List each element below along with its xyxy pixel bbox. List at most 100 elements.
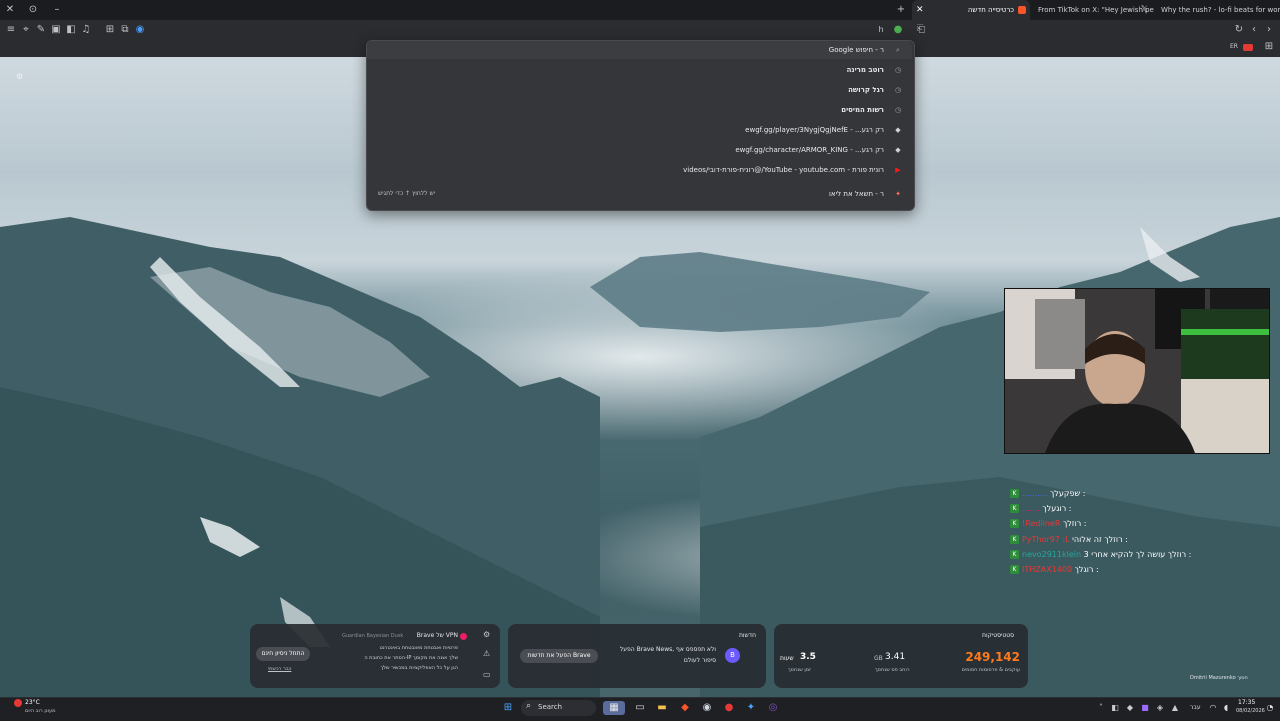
- clock-date[interactable]: 08/02/2026: [1236, 708, 1265, 714]
- time-saved-value: 3.5: [800, 652, 816, 662]
- tab-close-icon[interactable]: ✕: [916, 0, 924, 20]
- music-icon[interactable]: ♫: [79, 23, 93, 37]
- obs-icon[interactable]: ●: [722, 701, 736, 715]
- apps-grid-icon[interactable]: ⊞: [1262, 40, 1276, 54]
- tab-tiktok[interactable]: From TikTok on X: "Hey Jewish peopl... 𝕏: [1032, 0, 1154, 20]
- vpn-logo-icon: [460, 633, 467, 640]
- menu-icon[interactable]: ≡: [4, 23, 18, 37]
- chat-username: nevo2911klein: [1022, 550, 1082, 559]
- already-purchased-link[interactable]: כבר רכשתי: [268, 666, 291, 672]
- weather-desc[interactable]: מעונן רוב היום: [25, 708, 56, 714]
- language-indicator[interactable]: עבר: [1190, 704, 1201, 711]
- clock-icon: ◷: [894, 86, 902, 94]
- suggestion-site-1[interactable]: רק רגע... - ewgf.gg/player/3NygjQgjNefE …: [367, 120, 912, 140]
- vpn-brand: Guardian Bayesian Dusk: [342, 633, 404, 639]
- rewards-icon[interactable]: [1243, 44, 1253, 51]
- photo-credit: Dmitrii Mazurenko חסוך: [1190, 675, 1248, 681]
- tray-app-icon[interactable]: ▲: [1168, 701, 1182, 715]
- search-icon: ⌕: [896, 46, 900, 54]
- file-explorer-icon[interactable]: ▬: [655, 701, 669, 715]
- settings-gear-icon[interactable]: ⚙: [16, 73, 24, 81]
- discord-icon[interactable]: ◎: [766, 701, 780, 715]
- suggestion-history-1[interactable]: רוטב מרינה ◷: [367, 60, 912, 80]
- sidebar-icon[interactable]: ◧: [64, 23, 78, 37]
- clock-icon: ◷: [894, 66, 902, 74]
- windows-start-icon[interactable]: ⊞: [501, 701, 515, 715]
- vpn-feature-line: הגן על כל האפליקציות במכשיר שלך: [380, 665, 458, 671]
- chat-message: K....... רוגעלך :: [1010, 501, 1071, 516]
- taskbar-search[interactable]: ⌕ Search: [521, 700, 596, 716]
- forward-icon[interactable]: ›: [1262, 23, 1276, 37]
- suggestion-history-2[interactable]: רגל קרושה ◷: [367, 80, 912, 100]
- card-menu-icon[interactable]: ▭: [483, 670, 491, 679]
- kick-badge-icon: K: [1010, 550, 1019, 559]
- back-icon[interactable]: ‹: [1247, 23, 1261, 37]
- vpn-card: Brave של VPN Guardian Bayesian Dusk פרטי…: [250, 624, 500, 688]
- reload-icon[interactable]: ↻: [1232, 23, 1246, 37]
- tray-app-icon[interactable]: ■: [1138, 701, 1152, 715]
- clock-icon: ◷: [894, 106, 902, 114]
- brave-news-logo-icon: B: [725, 648, 740, 663]
- sidebar-toggle-icon[interactable]: ⊙: [26, 3, 40, 17]
- tray-app-icon[interactable]: ◧: [1108, 701, 1122, 715]
- extensions-icon[interactable]: ⧉: [118, 23, 132, 37]
- tray-overflow-icon[interactable]: ˄: [1094, 701, 1108, 715]
- pen-icon[interactable]: ✎: [34, 23, 48, 37]
- bandwidth-unit: GB: [874, 655, 883, 662]
- minimize-icon[interactable]: –: [50, 3, 64, 17]
- start-trial-button[interactable]: התחל ניסיון חינם: [256, 647, 310, 661]
- ewgf-favicon-icon: ◆: [895, 126, 901, 134]
- widgets-icon[interactable]: ▦: [603, 701, 625, 715]
- streamer-webcam-image: [1005, 289, 1269, 453]
- network-icon[interactable]: ◠: [1206, 701, 1220, 715]
- screenshot-icon[interactable]: ▣: [49, 23, 63, 37]
- news-promo-text: הפעל Brave News, ולא תפספס אף: [619, 646, 716, 653]
- suggestion-site-2[interactable]: רק רגע... - ewgf.gg/character/ARMOR_KING…: [367, 140, 912, 160]
- new-tab-icon[interactable]: +: [894, 3, 908, 17]
- suggestion-ask-leo[interactable]: ר - תשאל את ליאו ✦: [367, 184, 912, 204]
- vpn-settings-icon[interactable]: ⚙: [483, 630, 490, 639]
- warning-icon[interactable]: ⚠: [483, 649, 490, 658]
- chat-username: PyThor97 :L: [1022, 535, 1070, 544]
- suggestion-text: ר - חיפוש Google: [828, 46, 884, 54]
- webcam-overlay: [1004, 288, 1270, 454]
- speaker-icon[interactable]: ◉: [133, 23, 147, 37]
- suggestion-history-3[interactable]: רשות המיסים ◷: [367, 100, 912, 120]
- steam-icon[interactable]: ◉: [700, 701, 714, 715]
- tab-list-icon[interactable]: ⊞: [103, 23, 117, 37]
- brave-favicon-icon: [1018, 6, 1026, 14]
- enable-news-button[interactable]: הפעל את חדשות Brave: [520, 649, 598, 663]
- vpn-feature-line: פרטיות ואבטחת מאובטחת באינטרנט: [379, 645, 458, 651]
- vpn-status-icon[interactable]: ●: [891, 23, 905, 37]
- tray-app-icon[interactable]: ◈: [1153, 701, 1167, 715]
- bookmark-icon[interactable]: ⎗: [914, 23, 928, 37]
- kick-badge-icon: K: [1010, 565, 1019, 574]
- search-icon: ⌕: [526, 701, 532, 711]
- tab-title: From TikTok on X: "Hey Jewish peopl...: [1038, 6, 1154, 14]
- suggestion-site-3[interactable]: רונית פורת - YouTube - youtube.com/@רוני…: [367, 160, 912, 180]
- suggestion-text: רק רגע... - ewgf.gg/character/ARMOR_KING: [735, 146, 884, 154]
- brave-taskbar-icon[interactable]: ◆: [678, 701, 692, 715]
- news-promo-text: סיפור לעולם: [683, 657, 716, 664]
- leo-icon: ✦: [895, 190, 901, 198]
- suggestion-google-search[interactable]: ר - חיפוש Google ⌕: [367, 41, 912, 59]
- notification-bell-icon[interactable]: ◔: [1263, 701, 1277, 715]
- chat-message: Knevo2911klein רוזלך עושה לך להקיא אחרי …: [1010, 547, 1191, 562]
- ewgf-favicon-icon: ◆: [895, 146, 901, 154]
- tab-lofi[interactable]: Why the rush? - lo-fi beats for work...: [1156, 0, 1280, 20]
- location-icon[interactable]: ⌖: [19, 23, 33, 37]
- tab-new-tab[interactable]: ✕ כרטיסייה חדשה: [912, 0, 1030, 20]
- chat-username: .......: [1022, 504, 1040, 513]
- task-view-icon[interactable]: ▭: [633, 701, 647, 715]
- chat-text: שפקעלך :: [1049, 489, 1086, 498]
- tray-app-icon[interactable]: ◆: [1123, 701, 1137, 715]
- weather-temp[interactable]: 23°C: [25, 699, 40, 706]
- clock-time[interactable]: 17:35: [1238, 699, 1255, 706]
- volume-icon[interactable]: ◖: [1219, 701, 1233, 715]
- profile-initials[interactable]: ER: [1230, 43, 1238, 50]
- app-icon[interactable]: ✦: [744, 701, 758, 715]
- trackers-blocked-label: עוקבים & פרסומות חסומים: [961, 667, 1020, 673]
- news-card: חדשות B הפעל Brave News, ולא תפספס אף סי…: [508, 624, 766, 688]
- search-glyph: h: [878, 25, 884, 34]
- close-window-icon[interactable]: ✕: [3, 3, 17, 17]
